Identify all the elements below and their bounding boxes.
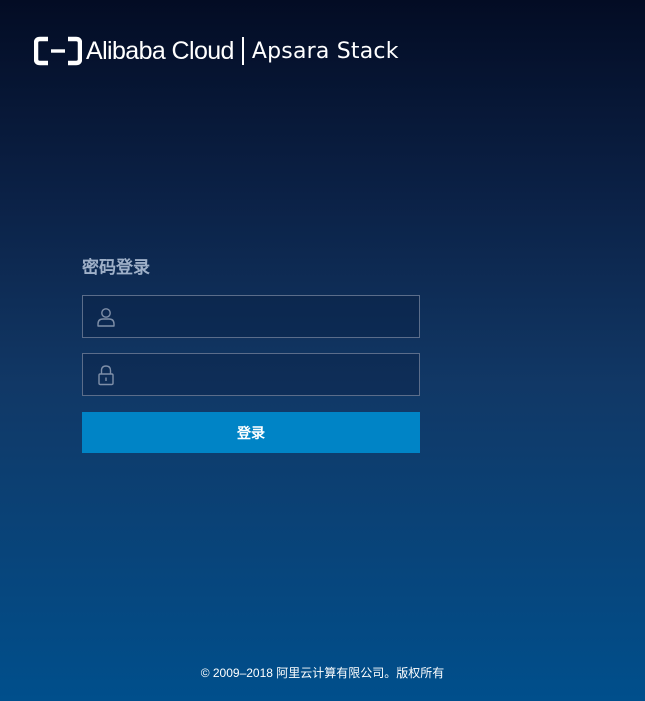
username-input[interactable] [127, 296, 413, 337]
user-icon [97, 308, 115, 327]
brand-header: Alibaba Cloud Apsara Stack [34, 35, 399, 67]
username-field[interactable] [82, 295, 420, 338]
footer-copyright: © 2009–2018 阿里云计算有限公司。版权所有 [200, 666, 445, 680]
login-panel: 密码登录 登录 [82, 256, 420, 453]
product-name: Apsara Stack [251, 38, 399, 64]
brand-name: Alibaba Cloud [86, 36, 234, 65]
brand-divider [241, 37, 244, 65]
password-input[interactable] [127, 354, 413, 395]
login-title: 密码登录 [82, 258, 150, 277]
password-field[interactable] [82, 353, 420, 396]
login-button[interactable]: 登录 [82, 412, 420, 453]
alibaba-cloud-logo-icon [34, 36, 82, 66]
lock-icon [98, 365, 114, 386]
